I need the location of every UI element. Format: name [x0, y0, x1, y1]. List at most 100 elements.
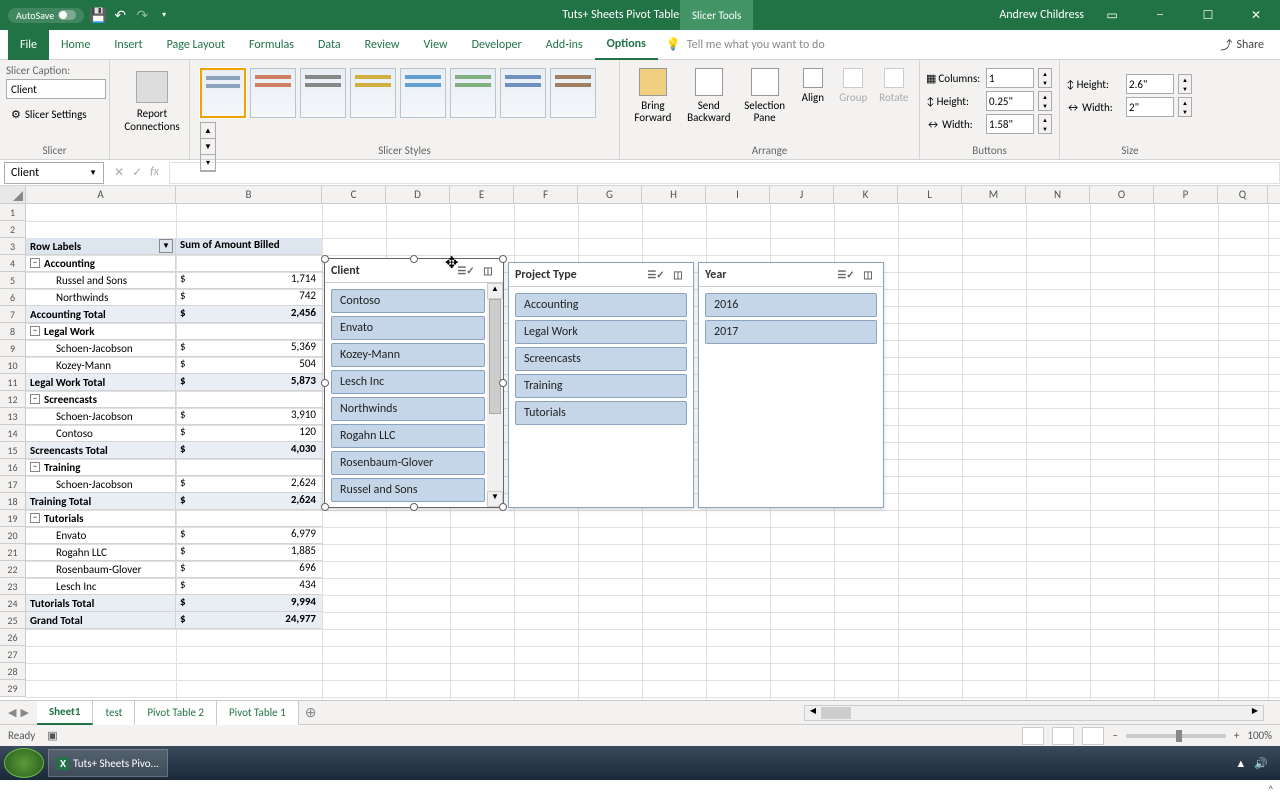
- slicer-item[interactable]: 2017: [705, 320, 877, 344]
- collapse-icon[interactable]: −: [30, 258, 40, 268]
- pivot-row[interactable]: Northwinds$742: [26, 289, 322, 306]
- slicer-item[interactable]: Accounting: [515, 293, 687, 317]
- pivot-row[interactable]: Accounting Total$2,456: [26, 306, 322, 323]
- slicer-item[interactable]: Northwinds: [331, 397, 485, 421]
- formula-input[interactable]: [169, 162, 1280, 184]
- name-box[interactable]: Client▼: [4, 162, 104, 184]
- taskbar-excel[interactable]: XTuts+ Sheets Pivo...: [48, 749, 168, 777]
- slicer-item[interactable]: Training: [515, 374, 687, 398]
- col-header[interactable]: D: [386, 186, 450, 203]
- slicer-settings-button[interactable]: ⚙Slicer Settings: [6, 105, 103, 124]
- slicer-style-5[interactable]: [400, 68, 446, 118]
- row-header[interactable]: 23: [0, 578, 26, 595]
- slicer-style-6[interactable]: [450, 68, 496, 118]
- columns-spinner[interactable]: ▲▼: [1038, 68, 1052, 88]
- clear-filter-icon[interactable]: ◫: [859, 266, 877, 284]
- clear-filter-icon[interactable]: ◫: [479, 262, 497, 280]
- redo-icon[interactable]: ↷: [134, 7, 150, 23]
- row-header[interactable]: 25: [0, 612, 26, 629]
- row-header[interactable]: 29: [0, 680, 26, 697]
- row-header[interactable]: 4: [0, 255, 26, 272]
- enter-formula-icon[interactable]: ✓: [132, 165, 142, 180]
- slicer-item[interactable]: Lesch Inc: [331, 370, 485, 394]
- tab-developer[interactable]: Developer: [460, 30, 534, 60]
- row-header[interactable]: 11: [0, 374, 26, 391]
- slicer-item[interactable]: Russel and Sons: [331, 478, 485, 502]
- btn-height-input[interactable]: [986, 91, 1034, 111]
- slicer-style-2[interactable]: [250, 68, 296, 118]
- tab-file[interactable]: File: [8, 30, 49, 60]
- collapse-icon[interactable]: −: [30, 513, 40, 523]
- slicer-style-3[interactable]: [300, 68, 346, 118]
- zoom-in-button[interactable]: +: [1234, 729, 1239, 742]
- slicer-item[interactable]: Legal Work: [515, 320, 687, 344]
- filter-dropdown-icon[interactable]: ▼: [159, 239, 173, 253]
- pivot-row[interactable]: −Legal Work: [26, 323, 322, 340]
- col-header[interactable]: C: [322, 186, 386, 203]
- col-header[interactable]: I: [706, 186, 770, 203]
- tab-data[interactable]: Data: [306, 30, 353, 60]
- slicer-item[interactable]: Contoso: [331, 289, 485, 313]
- fx-icon[interactable]: fx: [150, 165, 159, 180]
- zoom-slider[interactable]: [1126, 734, 1226, 738]
- size-width-spinner[interactable]: ▲▼: [1178, 97, 1192, 117]
- tab-review[interactable]: Review: [353, 30, 412, 60]
- btn-width-input[interactable]: [986, 114, 1034, 134]
- autosave-toggle[interactable]: AutoSave: [8, 8, 84, 23]
- maximize-button[interactable]: ☐: [1188, 0, 1228, 30]
- pivot-row[interactable]: −Accounting: [26, 255, 322, 272]
- tray-volume-icon[interactable]: 🔊: [1254, 757, 1268, 770]
- row-header[interactable]: 22: [0, 561, 26, 578]
- slicer-styles-gallery[interactable]: ▲▼▾: [196, 64, 606, 140]
- slicer-project-type[interactable]: Project Type☰✓◫ AccountingLegal WorkScre…: [508, 262, 694, 508]
- row-header[interactable]: 21: [0, 544, 26, 561]
- row-header[interactable]: 15: [0, 442, 26, 459]
- row-header[interactable]: 26: [0, 629, 26, 646]
- slicer-scrollbar[interactable]: ▲▼: [487, 283, 503, 507]
- tab-options[interactable]: Options: [595, 30, 658, 60]
- slicer-item[interactable]: Rosenbaum-Glover: [331, 451, 485, 475]
- slicer-item[interactable]: Tutorials: [515, 401, 687, 425]
- clear-filter-icon[interactable]: ◫: [669, 266, 687, 284]
- zoom-level[interactable]: 100%: [1247, 729, 1272, 742]
- slicer-item[interactable]: Envato: [331, 316, 485, 340]
- col-header[interactable]: J: [770, 186, 834, 203]
- pivot-row[interactable]: Schoen-Jacobson$3,910: [26, 408, 322, 425]
- pivot-row[interactable]: Contoso$120: [26, 425, 322, 442]
- ribbon-display-icon[interactable]: ▭: [1092, 0, 1132, 30]
- slicer-year[interactable]: Year☰✓◫ 20162017: [698, 262, 884, 508]
- pivot-row[interactable]: −Training: [26, 459, 322, 476]
- send-backward-button[interactable]: Send Backward: [682, 64, 736, 140]
- slicer-item[interactable]: Screencasts: [515, 347, 687, 371]
- bring-forward-button[interactable]: Bring Forward: [626, 64, 680, 140]
- col-header[interactable]: B: [176, 186, 322, 203]
- pivot-row[interactable]: Tutorials Total$9,994: [26, 595, 322, 612]
- sheet-tab-sheet1[interactable]: Sheet1: [37, 701, 94, 725]
- size-height-input[interactable]: [1126, 74, 1174, 94]
- pivot-row[interactable]: Legal Work Total$5,873: [26, 374, 322, 391]
- row-header[interactable]: 20: [0, 527, 26, 544]
- row-header[interactable]: 19: [0, 510, 26, 527]
- pivot-row[interactable]: Kozey-Mann$504: [26, 357, 322, 374]
- row-header[interactable]: 7: [0, 306, 26, 323]
- pivot-row[interactable]: −Screencasts: [26, 391, 322, 408]
- row-header[interactable]: 14: [0, 425, 26, 442]
- row-header[interactable]: 16: [0, 459, 26, 476]
- start-button[interactable]: [4, 748, 44, 778]
- col-header[interactable]: F: [514, 186, 578, 203]
- share-button[interactable]: ⤴Share: [1220, 36, 1264, 53]
- close-button[interactable]: ✕: [1236, 0, 1276, 30]
- tab-home[interactable]: Home: [49, 30, 102, 60]
- sheet-tab-pivot2[interactable]: Pivot Table 2: [135, 701, 217, 725]
- report-connections-button[interactable]: Report Connections: [116, 64, 188, 140]
- pivot-row[interactable]: Training Total$2,624: [26, 493, 322, 510]
- tab-formulas[interactable]: Formulas: [237, 30, 306, 60]
- btn-height-spinner[interactable]: ▲▼: [1038, 91, 1052, 111]
- tab-nav-prev-icon[interactable]: ◀: [8, 706, 16, 719]
- tray-up-icon[interactable]: ▲: [1235, 757, 1246, 770]
- save-icon[interactable]: 💾: [90, 7, 106, 23]
- col-header[interactable]: A: [26, 186, 176, 203]
- multi-select-icon[interactable]: ☰✓: [837, 266, 855, 284]
- collapse-icon[interactable]: −: [30, 394, 40, 404]
- row-header[interactable]: 17: [0, 476, 26, 493]
